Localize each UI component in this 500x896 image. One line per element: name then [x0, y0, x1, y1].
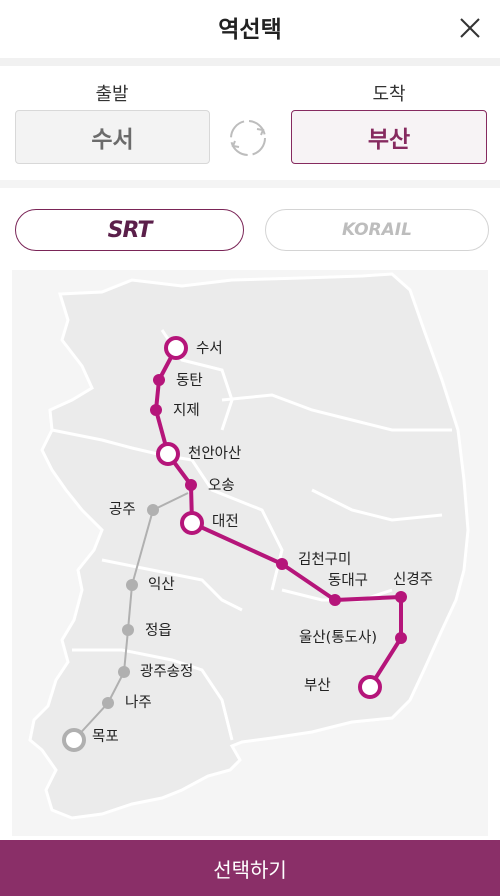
- station-label[interactable]: 김천구미: [298, 548, 351, 569]
- station-marker: [156, 442, 180, 466]
- swap-icon[interactable]: [226, 116, 270, 160]
- station-marker: [395, 632, 407, 644]
- station-label[interactable]: 대전: [212, 510, 239, 531]
- station-label[interactable]: 천안아산: [188, 442, 241, 463]
- station-label[interactable]: 동탄: [176, 369, 203, 390]
- station-label[interactable]: 나주: [125, 691, 152, 712]
- station-marker: [164, 336, 188, 360]
- station-marker: [276, 558, 288, 570]
- station-label[interactable]: 수서: [196, 337, 223, 358]
- station-label[interactable]: 오송: [208, 474, 235, 495]
- station-label[interactable]: 동대구: [328, 569, 368, 590]
- page-title: 역선택: [218, 17, 282, 43]
- station-label[interactable]: 광주송정: [140, 660, 193, 681]
- arrival-station-button[interactable]: 부산: [291, 110, 487, 164]
- departure-station-button[interactable]: 수서: [15, 110, 210, 164]
- station-label[interactable]: 공주: [109, 498, 136, 519]
- station-marker: [147, 504, 159, 516]
- station-marker: [329, 594, 341, 606]
- divider: [0, 58, 500, 66]
- station-label[interactable]: 부산: [304, 674, 331, 695]
- station-label[interactable]: 신경주: [393, 568, 433, 589]
- korea-map-svg: [28, 272, 470, 820]
- station-label[interactable]: 지제: [173, 399, 200, 420]
- station-marker: [122, 624, 134, 636]
- divider: [0, 180, 500, 188]
- close-icon[interactable]: [454, 12, 486, 44]
- header: 역선택: [0, 0, 500, 56]
- station-marker: [185, 479, 197, 491]
- station-label[interactable]: 익산: [148, 573, 175, 594]
- station-label[interactable]: 목포: [92, 725, 119, 746]
- korail-logo: KORAIL: [342, 220, 412, 240]
- station-marker: [358, 675, 382, 699]
- station-marker: [180, 511, 204, 535]
- tab-korail[interactable]: KORAIL: [265, 209, 489, 251]
- station-marker: [102, 697, 114, 709]
- tab-srt[interactable]: SRT: [15, 209, 244, 251]
- station-label[interactable]: 울산(통도사): [299, 626, 377, 647]
- srt-logo: SRT: [107, 217, 153, 243]
- station-label[interactable]: 정읍: [145, 619, 172, 640]
- arrival-label: 도착: [372, 84, 406, 105]
- station-marker: [126, 579, 138, 591]
- station-marker: [153, 374, 165, 386]
- station-marker: [62, 728, 86, 752]
- station-marker: [118, 666, 130, 678]
- station-marker: [395, 591, 407, 603]
- departure-label: 출발: [95, 84, 129, 105]
- station-marker: [150, 404, 162, 416]
- route-map: 수서 동탄 지제 천안아산 오송 대전 김천구미 동대구 신경주 울산(통도사)…: [12, 270, 488, 836]
- select-button[interactable]: 선택하기: [0, 840, 500, 896]
